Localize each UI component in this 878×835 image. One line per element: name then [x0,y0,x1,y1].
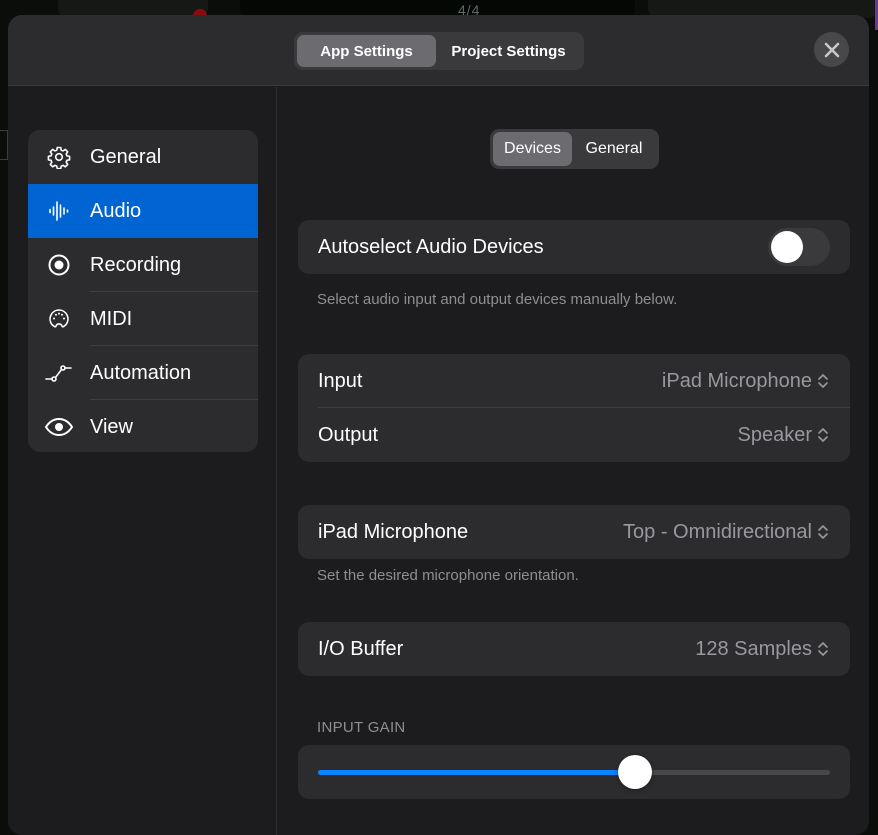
output-device-select[interactable]: Speaker [738,424,831,447]
slider-fill [318,770,636,775]
input-device-select[interactable]: iPad Microphone [662,370,830,393]
sidebar-item-label: View [90,415,133,438]
close-icon [824,42,839,57]
record-icon [28,253,90,277]
sidebar-item-label: MIDI [90,307,133,330]
sidebar-item-label: Automation [90,361,192,384]
input-gain-card [298,745,850,799]
buffer-size-select[interactable]: 128 Samples [695,638,830,661]
chevron-up-down-icon [818,642,828,656]
close-button[interactable] [814,32,849,67]
buffer-row[interactable]: I/O Buffer 128 Samples [298,622,850,676]
input-gain-caption: INPUT GAIN [317,719,406,736]
chevron-up-down-icon [818,428,828,442]
automation-curve-icon [28,361,90,385]
input-label: Input [318,369,363,392]
output-label: Output [318,423,379,446]
settings-header: App Settings Project Settings [8,15,869,86]
sidebar-item-midi[interactable]: MIDI [28,292,258,346]
slider-thumb[interactable] [618,755,653,789]
sidebar-item-view[interactable]: View [28,400,258,452]
microphone-note: Set the desired microphone orientation. [317,567,579,584]
sidebar-column: General Audio Recording MIDI Automation … [8,87,277,835]
chevron-up-down-icon [818,525,828,539]
settings-sidebar: General Audio Recording MIDI Automation … [28,130,258,452]
eye-icon [28,415,90,439]
midi-connector-icon [28,307,90,331]
audio-section-segmented-control: Devices General [490,129,659,169]
autoselect-row: Autoselect Audio Devices [298,220,850,274]
microphone-card: iPad Microphone Top - Omnidirectional [298,505,850,559]
slider-track[interactable] [318,755,830,789]
sidebar-item-audio[interactable]: Audio [28,184,258,238]
output-device-row[interactable]: Output Speaker [298,408,850,462]
chevron-up-down-icon [818,374,828,388]
sidebar-item-general[interactable]: General [28,130,258,184]
tab-app-settings[interactable]: App Settings [297,35,436,67]
sidebar-item-recording[interactable]: Recording [28,238,258,292]
settings-content: Devices General Autoselect Audio Devices… [278,87,869,835]
autoselect-label: Autoselect Audio Devices [318,235,544,258]
settings-sheet: App Settings Project Settings General Au… [8,15,869,835]
microphone-orientation-value: Top - Omnidirectional [623,520,812,543]
input-device-value: iPad Microphone [661,369,812,392]
buffer-label: I/O Buffer [318,637,404,660]
waveform-icon [28,199,90,223]
sidebar-item-automation[interactable]: Automation [28,346,258,400]
autoselect-note: Select audio input and output devices ma… [317,291,678,308]
background-track-edge [0,130,8,160]
input-gain-slider[interactable] [298,745,850,799]
autoselect-card: Autoselect Audio Devices [298,220,850,274]
input-device-row[interactable]: Input iPad Microphone [298,354,850,408]
microphone-row[interactable]: iPad Microphone Top - Omnidirectional [298,505,850,559]
sidebar-item-label: Recording [90,253,182,276]
autoselect-toggle[interactable] [768,228,830,266]
sidebar-item-label: General [90,145,162,168]
tab-project-settings[interactable]: Project Settings [436,35,581,67]
io-devices-card: Input iPad Microphone Output Speaker [298,354,850,462]
tab-general[interactable]: General [572,132,656,166]
settings-scope-segmented-control: App Settings Project Settings [294,32,584,70]
sidebar-item-label: Audio [90,199,142,222]
buffer-size-value: 128 Samples [695,637,812,660]
output-device-value: Speaker [737,423,813,446]
tab-devices[interactable]: Devices [493,132,572,166]
buffer-card: I/O Buffer 128 Samples [298,622,850,676]
microphone-orientation-select[interactable]: Top - Omnidirectional [623,521,830,544]
microphone-label: iPad Microphone [318,520,469,543]
toggle-knob [771,231,803,263]
gear-icon [28,145,90,169]
